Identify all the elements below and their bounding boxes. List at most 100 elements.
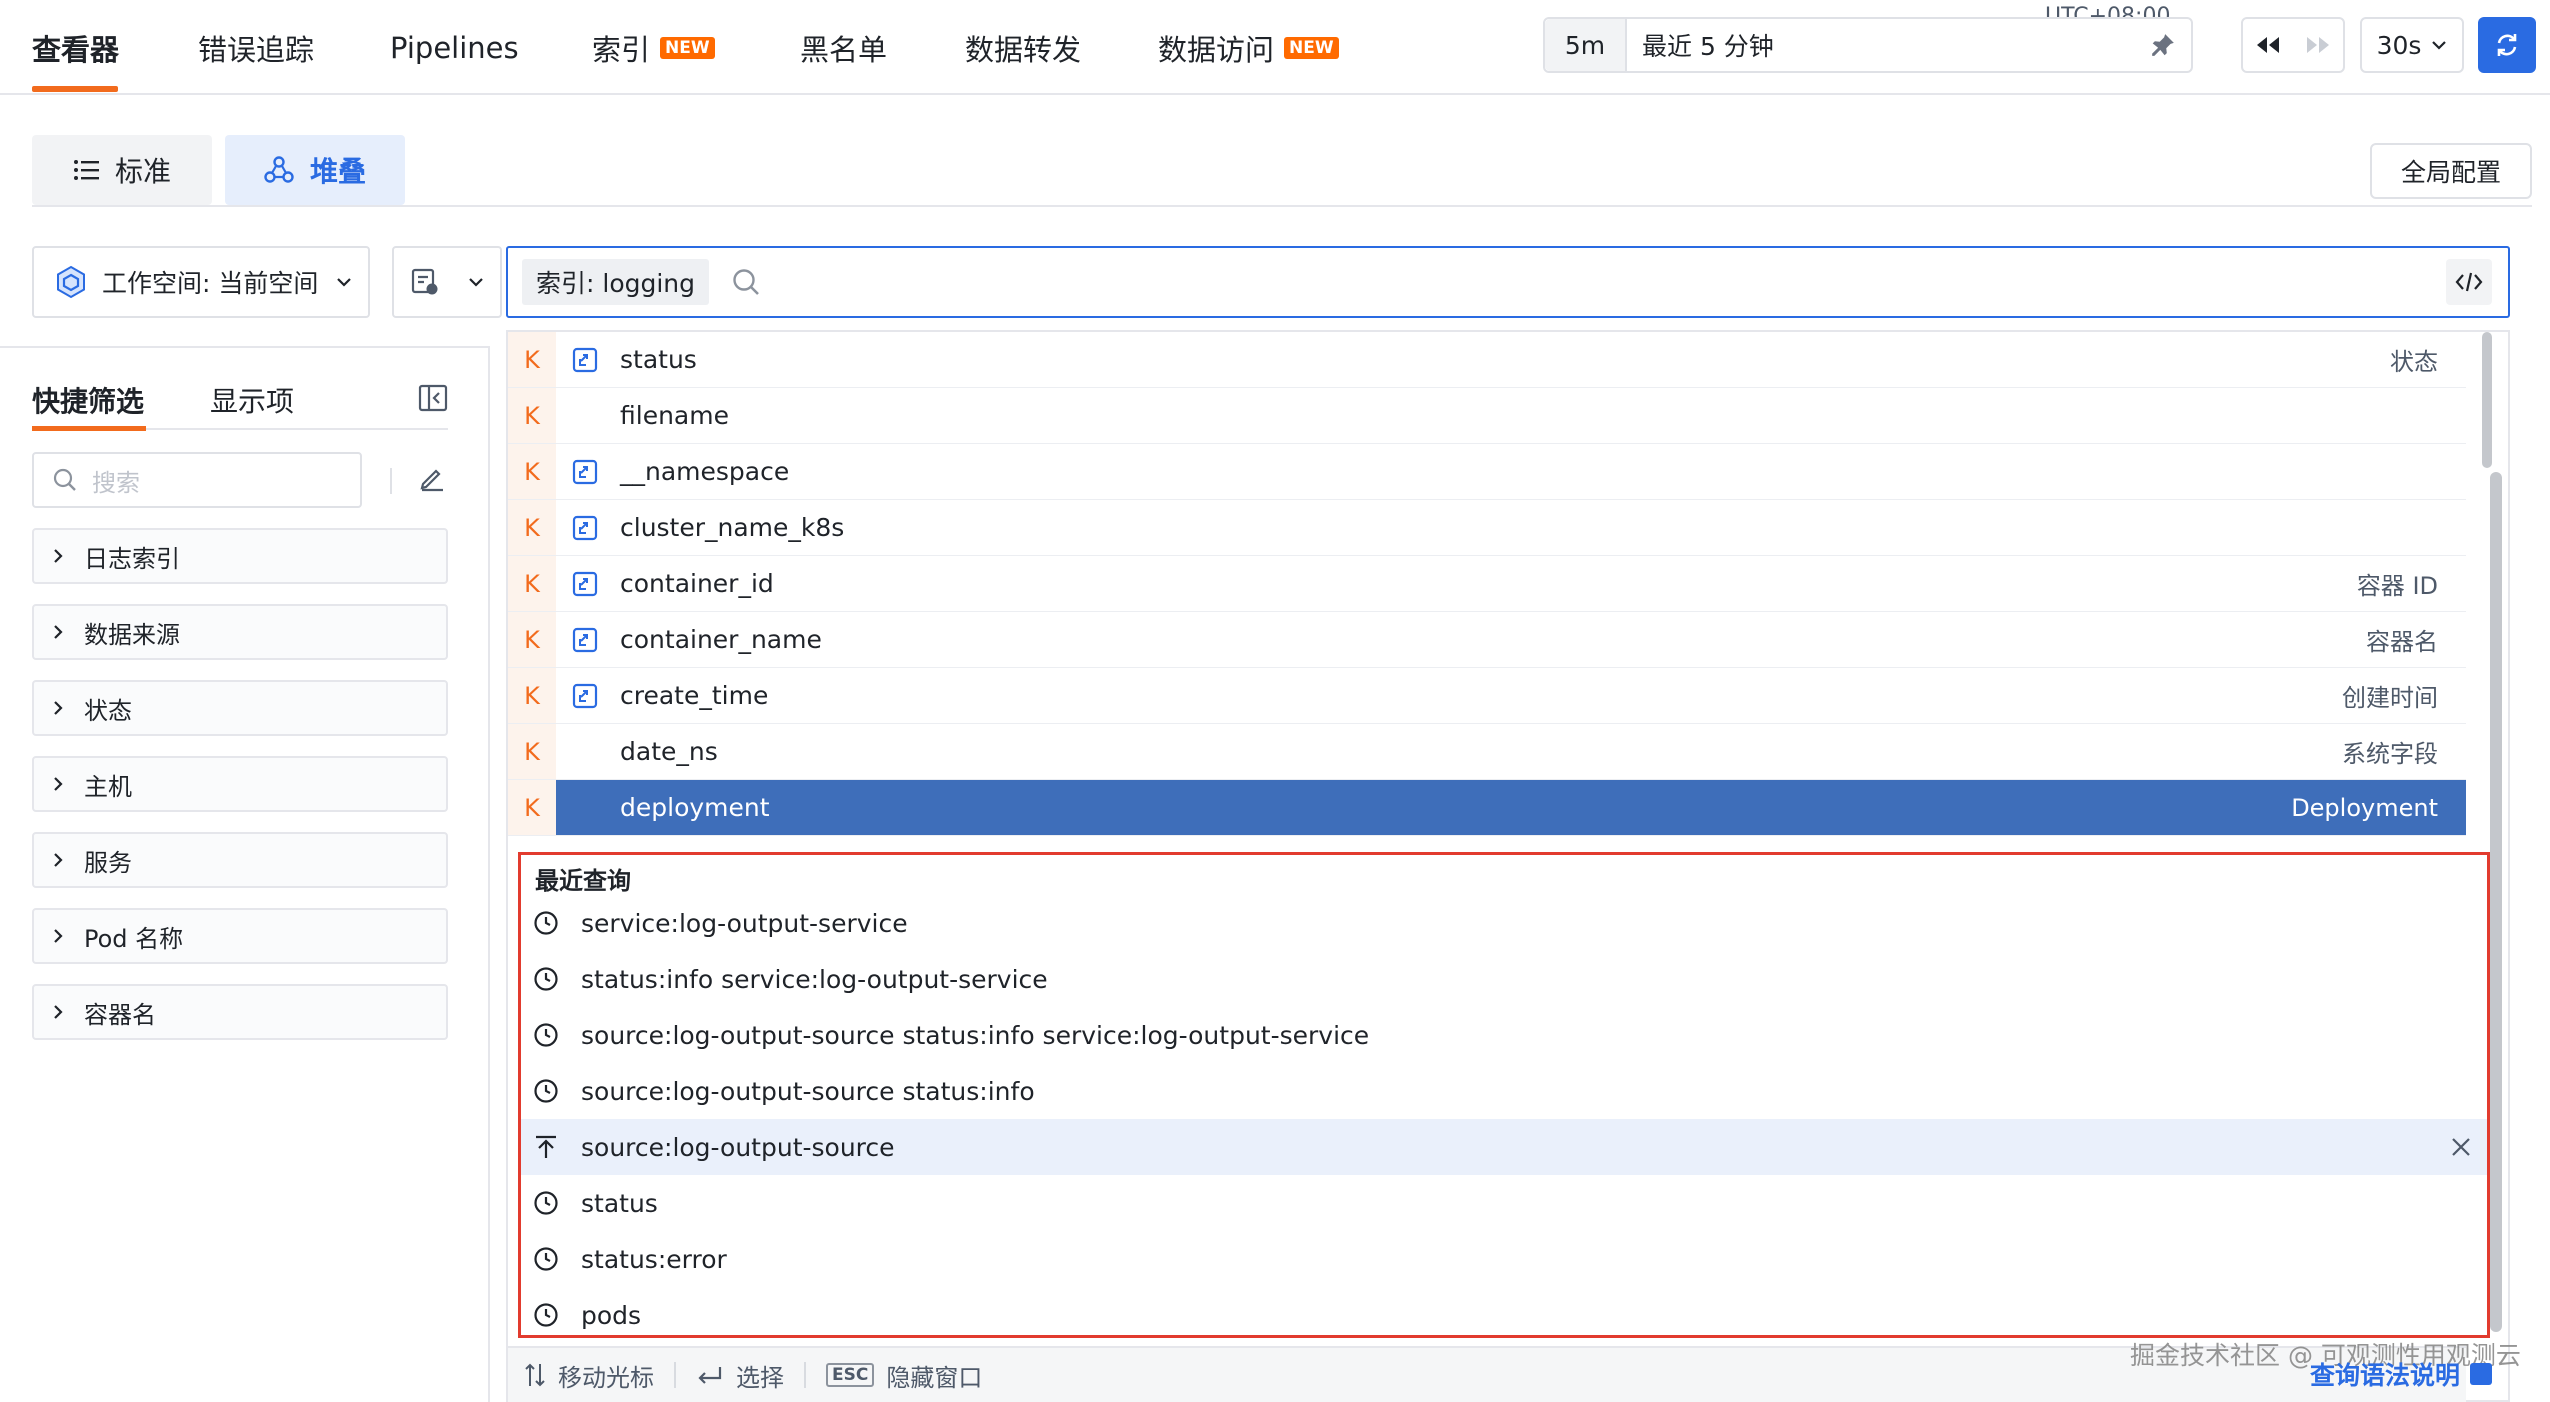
recent-query-item[interactable]: source:log-output-source status:info [521, 1063, 2487, 1119]
global-config-button[interactable]: 全局配置 [2370, 143, 2532, 199]
recent-query-text: status:error [581, 1244, 727, 1274]
time-short-label[interactable]: 5m [1545, 19, 1627, 71]
workspace-select[interactable]: 工作空间: 当前空间 [32, 246, 370, 318]
footer-hide-hint: ESC 隐藏窗口 [826, 1358, 982, 1393]
tab-label: 数据访问 [1158, 33, 1275, 67]
tab-data-access[interactable]: 数据访问 NEW [1158, 28, 1339, 68]
divider [674, 1362, 676, 1388]
field-suggestion-row[interactable]: K container_id 容器 ID [508, 556, 2466, 612]
data-source-select[interactable] [392, 246, 502, 318]
facet-log-index[interactable]: 日志索引 [32, 528, 448, 584]
recent-query-text: service:log-output-service [581, 908, 908, 938]
tab-label: 查看器 [32, 33, 120, 67]
field-name: cluster_name_k8s [620, 513, 845, 542]
tab-data-forwarding[interactable]: 数据转发 [965, 28, 1081, 68]
facet-label: 日志索引 [84, 544, 180, 573]
recent-query-text: source:log-output-source [581, 1132, 895, 1162]
tab-index[interactable]: 索引 NEW [592, 28, 715, 68]
chevron-down-icon [468, 276, 484, 288]
pin-icon[interactable] [2135, 19, 2191, 71]
search-placeholder: 搜索 [92, 468, 140, 497]
tab-label: 错误追踪 [198, 33, 315, 67]
query-input[interactable] [775, 248, 2446, 316]
query-bar[interactable]: 索引: logging [506, 246, 2510, 318]
arrow-up-to-top-icon[interactable] [533, 1134, 573, 1160]
time-range-text[interactable]: 最近 5 分钟 [1627, 27, 2135, 63]
field-description: 系统字段 [2342, 740, 2438, 768]
keyword-type-badge: K [508, 780, 556, 835]
facet-data-source[interactable]: 数据来源 [32, 604, 448, 660]
facet-container-name[interactable]: 容器名 [32, 984, 448, 1040]
stack-nodes-icon [264, 155, 294, 185]
tab-error-tracking[interactable]: 错误追踪 [198, 28, 314, 68]
scrollbar-thumb[interactable] [2482, 332, 2492, 468]
code-mode-button[interactable] [2446, 259, 2492, 305]
field-suggestion-row[interactable]: K status 状态 [508, 332, 2466, 388]
recent-query-item-hovered[interactable]: source:log-output-source [521, 1119, 2487, 1175]
mode-stacked-tab[interactable]: 堆叠 [225, 135, 405, 205]
footer-select-label: 选择 [736, 1363, 784, 1392]
field-description: 容器 ID [2356, 572, 2438, 600]
field-name: container_id [620, 569, 774, 598]
recent-query-item[interactable]: status:error [521, 1231, 2487, 1287]
collapse-sidebar-icon[interactable] [418, 384, 448, 416]
active-tab-indicator [32, 426, 146, 431]
up-down-arrows-icon [524, 1362, 546, 1388]
keyword-type-badge: K [508, 332, 556, 387]
sidebar-search-input[interactable]: 搜索 [32, 452, 362, 508]
mode-standard-tab[interactable]: 标准 [32, 135, 212, 205]
time-range-picker[interactable]: 5m 最近 5 分钟 [1543, 17, 2193, 73]
facet-host[interactable]: 主机 [32, 756, 448, 812]
edit-icon[interactable] [418, 464, 446, 496]
query-syntax-help-link[interactable]: 查询语法说明 [2310, 1356, 2493, 1392]
facet-service[interactable]: 服务 [32, 832, 448, 888]
recent-queries-panel: 最近查询 service:log-output-service status:i… [518, 852, 2490, 1338]
refresh-button[interactable] [2478, 17, 2536, 73]
doc-icon [2470, 1363, 2493, 1385]
scrollbar-thumb[interactable] [2490, 472, 2502, 1332]
refresh-interval-select[interactable]: 30s [2360, 17, 2464, 73]
index-chip[interactable]: 索引: logging [522, 259, 710, 305]
active-tab-indicator [32, 86, 118, 92]
close-icon[interactable] [2449, 1135, 2473, 1159]
field-suggestion-row[interactable]: K create_time 创建时间 [508, 668, 2466, 724]
field-suggestion-row[interactable]: K date_ns 系统字段 [508, 724, 2466, 780]
tab-display-items[interactable]: 显示项 [210, 380, 294, 420]
recent-query-item[interactable]: pods [521, 1287, 2487, 1343]
link-field-icon [572, 347, 612, 373]
recent-query-item[interactable]: status [521, 1175, 2487, 1231]
refresh-icon [2493, 31, 2521, 59]
facet-status[interactable]: 状态 [32, 680, 448, 736]
recent-query-text: status:info service:log-output-service [581, 964, 1048, 994]
facet-label: 主机 [84, 772, 132, 801]
recent-query-item[interactable]: status:info service:log-output-service [521, 951, 2487, 1007]
divider [0, 346, 488, 348]
list-icon [73, 159, 99, 181]
field-suggestion-row[interactable]: K container_name 容器名 [508, 612, 2466, 668]
tab-pipelines[interactable]: Pipelines [390, 28, 519, 68]
tab-blacklist[interactable]: 黑名单 [800, 28, 887, 68]
facet-label: 数据来源 [84, 620, 180, 649]
tab-viewer[interactable]: 查看器 [32, 28, 119, 68]
refresh-interval-value: 30s [2376, 30, 2422, 60]
tab-label: 数据转发 [965, 33, 1082, 67]
recent-query-text: pods [581, 1300, 642, 1330]
field-suggestion-row-selected[interactable]: K deployment Deployment [508, 780, 2466, 836]
clock-icon [533, 1246, 573, 1272]
keyword-type-badge: K [508, 500, 556, 555]
recent-query-item[interactable]: source:log-output-source status:info ser… [521, 1007, 2487, 1063]
facet-pod-name[interactable]: Pod 名称 [32, 908, 448, 964]
divider [488, 346, 490, 1402]
workspace-icon [54, 265, 88, 299]
field-suggestion-row[interactable]: K filename [508, 388, 2466, 444]
step-back-icon[interactable] [2243, 35, 2293, 55]
recent-query-item[interactable]: service:log-output-service [521, 895, 2487, 951]
esc-key-icon: ESC [826, 1363, 875, 1387]
step-forward-icon[interactable] [2293, 35, 2343, 55]
clock-icon [533, 1022, 573, 1048]
field-name: __namespace [620, 457, 790, 486]
field-suggestion-row[interactable]: K cluster_name_k8s [508, 500, 2466, 556]
chevron-right-icon [52, 928, 64, 944]
field-suggestion-row[interactable]: K __namespace [508, 444, 2466, 500]
tab-quick-filter[interactable]: 快捷筛选 [32, 380, 144, 420]
